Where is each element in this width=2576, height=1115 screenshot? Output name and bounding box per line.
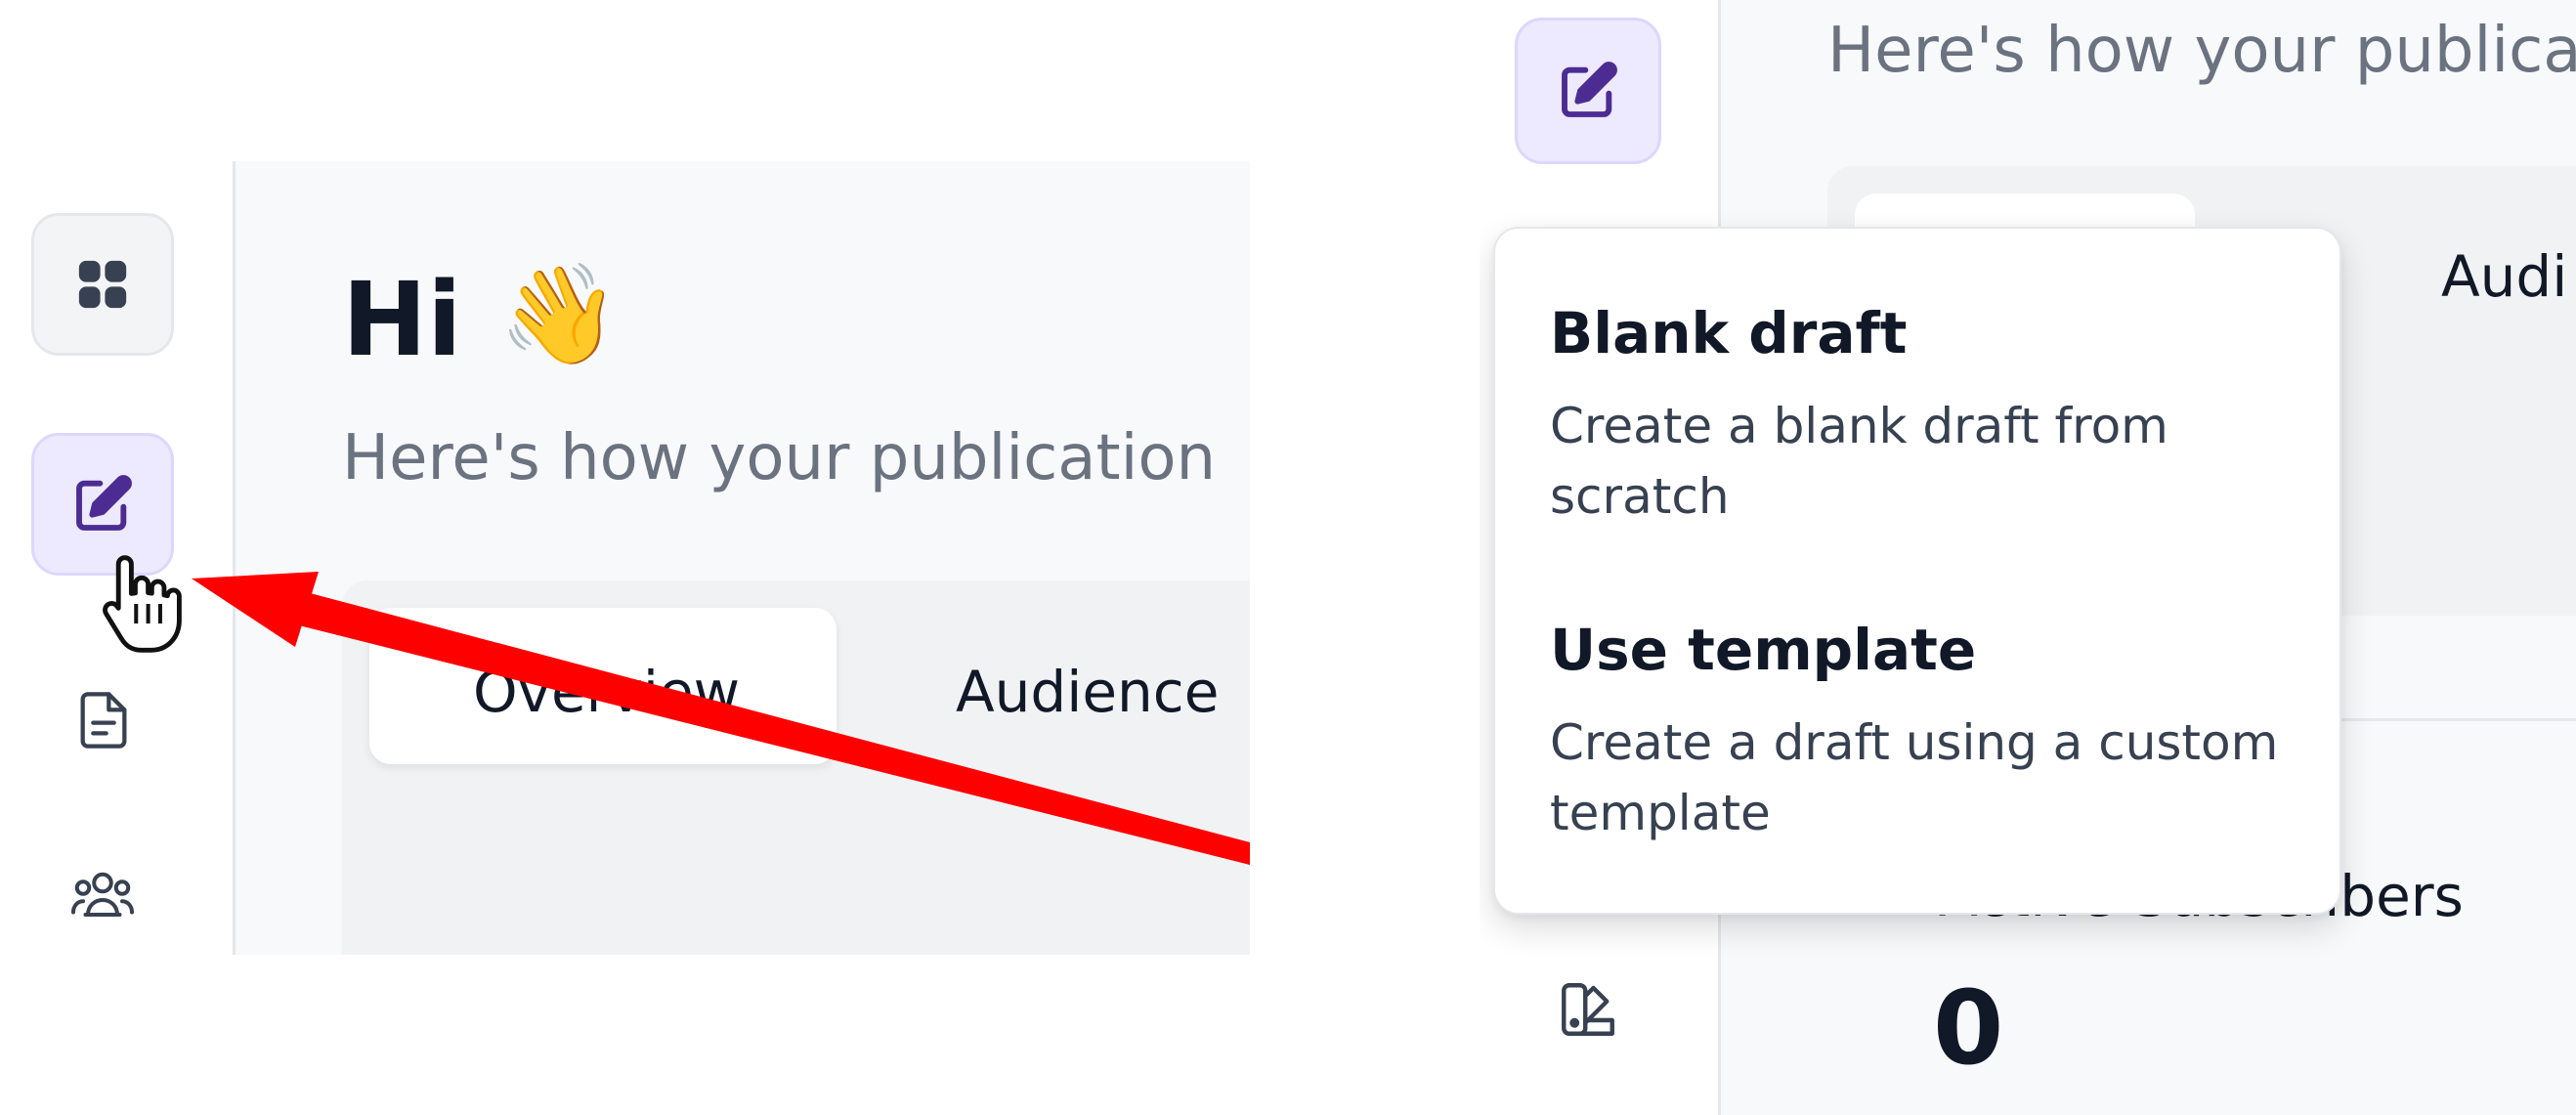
use-template-description: Create a draft using a custom template bbox=[1550, 714, 2279, 841]
tab-audience[interactable]: Audi bbox=[2441, 248, 2567, 305]
active-subscribers-value: 0 bbox=[1933, 968, 2004, 1088]
blank-draft-title: Blank draft bbox=[1550, 300, 1908, 366]
annotation-arrow bbox=[192, 572, 1250, 865]
palette-icon bbox=[1556, 977, 1620, 1042]
create-draft-dropdown: Blank draft Create a blank draft from sc… bbox=[1493, 227, 2341, 915]
dropdown-item-use-template[interactable]: Use template Create a draft using a cust… bbox=[1550, 622, 2293, 848]
blank-draft-description: Create a blank draft from scratch bbox=[1550, 398, 2168, 525]
right-screenshot-panel: Here's how your publica Audi Active Subs… bbox=[1480, 0, 2576, 1115]
left-screenshot-panel: Hi 👋 Here's how your publication Overvie… bbox=[0, 0, 1250, 1115]
sidebar-create-post-button[interactable] bbox=[1515, 18, 1661, 164]
dropdown-item-blank-draft[interactable]: Blank draft Create a blank draft from sc… bbox=[1550, 305, 2293, 532]
edit-icon bbox=[1557, 60, 1619, 122]
use-template-title: Use template bbox=[1550, 617, 1977, 683]
sidebar-design-button[interactable] bbox=[1556, 977, 1620, 1042]
hand-pointer-cursor-icon bbox=[100, 549, 184, 663]
page-subtitle: Here's how your publica bbox=[1827, 15, 2576, 87]
